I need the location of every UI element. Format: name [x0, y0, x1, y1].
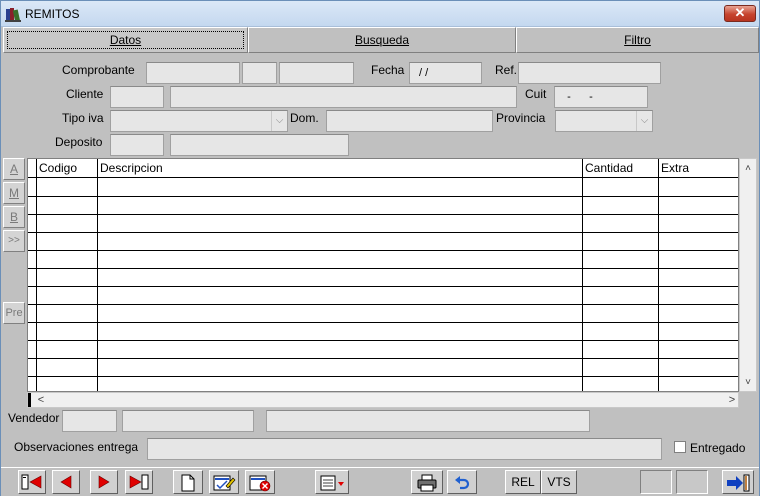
print-button[interactable]	[411, 470, 443, 494]
baja-button[interactable]: B	[3, 206, 25, 228]
entregado-label: Entregado	[690, 441, 746, 455]
tab-datos[interactable]: Datos	[3, 27, 248, 53]
window-title: REMITOS	[25, 7, 80, 21]
table-row[interactable]	[28, 322, 738, 323]
scroll-position-marker	[28, 393, 31, 407]
exit-icon	[723, 474, 753, 492]
tab-filtro-label: Filtro	[624, 33, 651, 47]
provincia-select[interactable]: ⌵	[555, 110, 653, 132]
more-button[interactable]: >>	[3, 230, 25, 252]
deposito-label: Deposito	[55, 135, 103, 149]
form-dropdown-icon	[316, 474, 348, 492]
delete-document-button[interactable]	[245, 470, 275, 494]
comprobante-letra-input[interactable]	[242, 62, 277, 84]
tab-focus-outline	[7, 31, 244, 49]
last-record-button[interactable]	[125, 470, 153, 494]
comprobante-numero-input[interactable]	[279, 62, 354, 84]
cliente-codigo-input[interactable]	[110, 86, 164, 108]
vendedor-extra-input[interactable]	[266, 410, 590, 432]
next-record-icon	[91, 474, 117, 490]
scroll-right-icon[interactable]: >	[724, 393, 740, 407]
vendedor-label: Vendedor	[8, 411, 60, 425]
rel-button[interactable]: REL	[505, 470, 541, 494]
new-document-icon	[174, 474, 202, 492]
app-books-icon	[5, 6, 21, 22]
vts-button[interactable]: VTS	[541, 470, 577, 494]
column-header-cantidad[interactable]: Cantidad	[583, 159, 659, 178]
deposito-nombre-input[interactable]	[170, 134, 349, 156]
table-row[interactable]	[28, 250, 738, 251]
ref-input[interactable]	[518, 62, 661, 84]
edit-document-icon	[210, 474, 238, 492]
alta-button[interactable]: A	[3, 158, 25, 180]
comprobante-tipo-input[interactable]	[146, 62, 240, 84]
next-record-button[interactable]	[90, 470, 118, 494]
exit-button[interactable]	[722, 470, 754, 494]
column-header-codigo[interactable]: Codigo	[37, 159, 98, 178]
comprobante-label: Comprobante	[62, 63, 135, 77]
new-document-button[interactable]	[173, 470, 203, 494]
undo-icon	[448, 474, 476, 492]
table-row[interactable]	[28, 196, 738, 197]
table-row[interactable]	[28, 340, 738, 341]
cuit-label: Cuit	[525, 87, 547, 101]
column-header-extra[interactable]: Extra	[659, 159, 738, 178]
dom-label: Dom.	[290, 111, 319, 125]
table-row[interactable]	[28, 214, 738, 215]
table-row[interactable]	[28, 268, 738, 269]
first-record-button[interactable]	[18, 470, 46, 494]
fecha-input[interactable]: / /	[409, 62, 482, 84]
column-header-descripcion[interactable]: Descripcion	[98, 159, 583, 178]
table-row[interactable]	[28, 358, 738, 359]
first-record-icon	[19, 474, 45, 490]
scroll-down-icon[interactable]: ˅	[740, 375, 756, 391]
tab-filtro[interactable]: Filtro	[516, 27, 759, 53]
tab-busqueda[interactable]: Busqueda	[248, 27, 516, 53]
vertical-scrollbar[interactable]: ˄ ˅	[739, 158, 757, 392]
printer-icon	[412, 474, 442, 492]
close-button[interactable]: ✕	[724, 5, 756, 22]
table-row[interactable]	[28, 304, 738, 305]
fecha-label: Fecha	[371, 63, 405, 77]
status-panel-2	[676, 470, 708, 494]
modificar-button[interactable]: M	[3, 182, 25, 204]
chevron-down-icon[interactable]: ⌵	[636, 111, 652, 131]
scroll-left-icon[interactable]: <	[33, 393, 49, 407]
last-record-icon	[126, 474, 152, 490]
delete-document-icon	[246, 474, 274, 492]
remitos-window: REMITOS ✕ Datos Busqueda Filtro Comproba…	[0, 0, 760, 496]
cliente-label: Cliente	[66, 87, 104, 101]
items-grid[interactable]: Codigo Descripcion Cantidad Extra	[27, 158, 739, 392]
domicilio-input[interactable]	[326, 110, 493, 132]
observaciones-input[interactable]	[147, 438, 662, 460]
deposito-codigo-input[interactable]	[110, 134, 164, 156]
entregado-checkbox[interactable]	[674, 441, 686, 453]
previous-record-icon	[53, 474, 79, 490]
cliente-nombre-input[interactable]	[170, 86, 517, 108]
status-panel-1	[640, 470, 672, 494]
provincia-label: Provincia	[496, 111, 546, 125]
edit-document-button[interactable]	[209, 470, 239, 494]
observaciones-label: Observaciones entrega	[14, 440, 139, 454]
ref-label: Ref.	[495, 63, 518, 77]
undo-button[interactable]	[447, 470, 477, 494]
pre-button[interactable]: Pre	[3, 302, 25, 324]
title-bar[interactable]: REMITOS ✕	[1, 1, 759, 27]
table-row[interactable]	[28, 286, 738, 287]
cuit-input[interactable]: - -	[554, 86, 648, 108]
chevron-down-icon[interactable]: ⌵	[271, 111, 287, 131]
previous-record-button[interactable]	[52, 470, 80, 494]
form-dropdown-button[interactable]	[315, 470, 349, 494]
tipo-iva-label: Tipo iva	[62, 111, 104, 125]
table-row[interactable]	[28, 376, 738, 377]
scroll-up-icon[interactable]: ˄	[740, 161, 756, 177]
table-row[interactable]	[28, 232, 738, 233]
tab-busqueda-label: Busqueda	[354, 33, 410, 47]
vendedor-nombre-input[interactable]	[122, 410, 254, 432]
tipo-iva-select[interactable]: ⌵	[110, 110, 288, 132]
vendedor-codigo-input[interactable]	[62, 410, 117, 432]
horizontal-scrollbar[interactable]: < >	[27, 392, 739, 408]
